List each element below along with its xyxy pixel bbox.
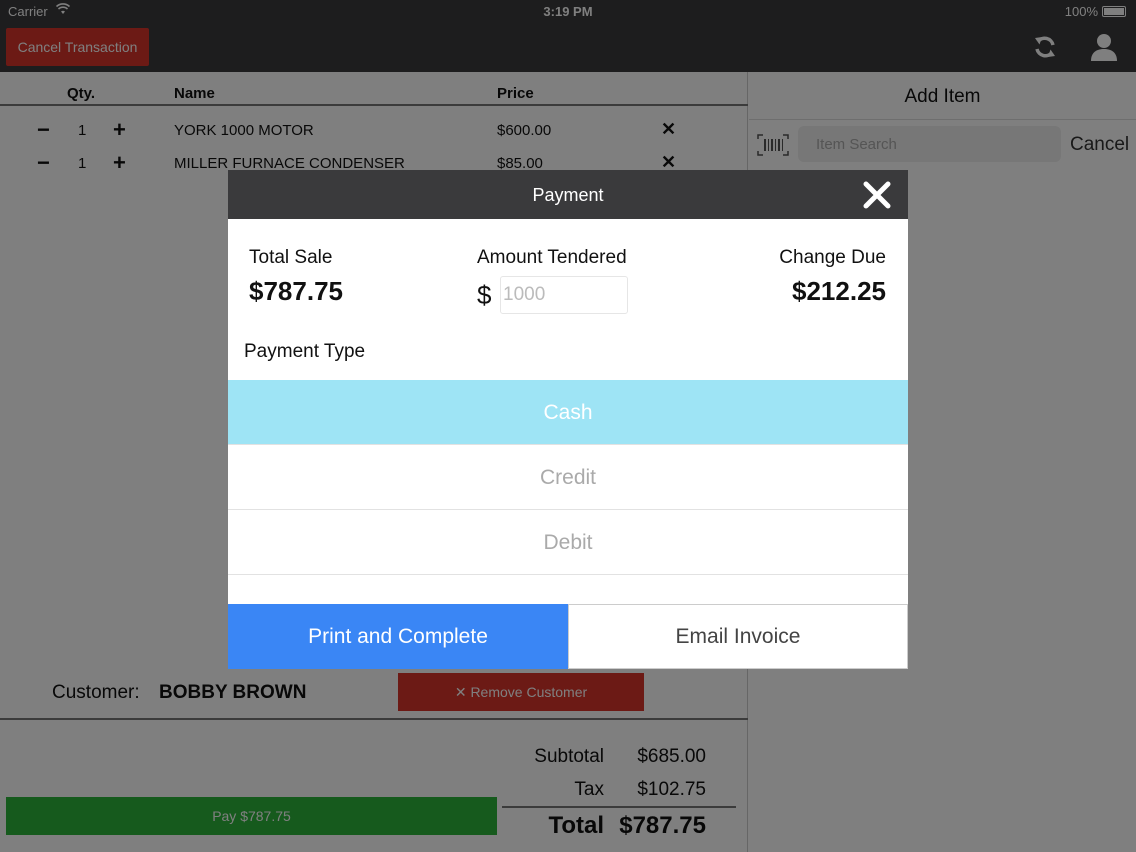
payment-type-label: Payment Type [244, 341, 366, 362]
print-and-complete-button[interactable]: Print and Complete [228, 604, 568, 669]
email-invoice-button[interactable]: Email Invoice [568, 604, 908, 669]
total-sale-value: $787.75 [249, 276, 343, 306]
close-icon[interactable] [862, 180, 892, 210]
modal-actions: Print and Complete Email Invoice [228, 604, 908, 669]
total-sale-label: Total Sale [249, 247, 333, 268]
payment-type-list: Cash Credit Debit [228, 380, 908, 604]
payment-option-cash[interactable]: Cash [228, 380, 908, 445]
modal-header: Payment [228, 170, 908, 219]
payment-option-credit[interactable]: Credit [228, 445, 908, 510]
modal-title: Payment [532, 185, 604, 205]
amount-tendered-label: Amount Tendered [477, 247, 627, 268]
amount-tendered-input[interactable] [500, 276, 628, 314]
payment-option-debit[interactable]: Debit [228, 510, 908, 575]
payment-modal: Payment Total Sale $787.75 Amount Tender… [228, 170, 908, 669]
currency-symbol: $ [477, 280, 492, 310]
change-due-label: Change Due [779, 247, 886, 268]
change-due-value: $212.25 [792, 276, 886, 306]
